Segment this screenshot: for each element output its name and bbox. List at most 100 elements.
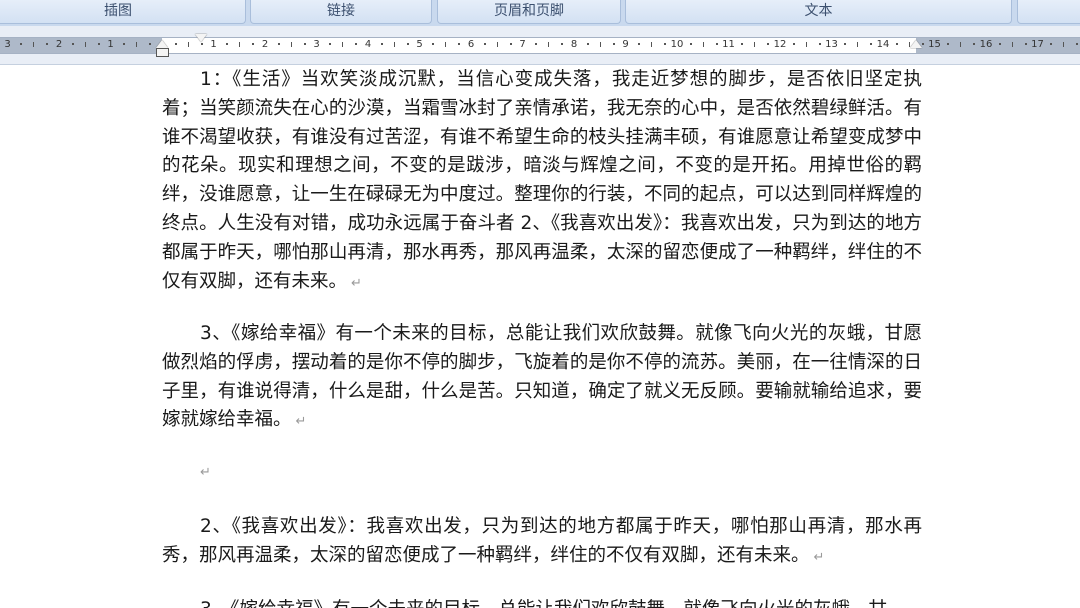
ruler-tick-label: 3 [313, 39, 320, 50]
ruler-tick-label: 11 [722, 39, 735, 50]
ruler-tick-mark [1050, 43, 1052, 45]
ruler-tick-mark [252, 43, 254, 45]
ruler-tick-mark [999, 43, 1001, 45]
ruler-tick-label: 12 [773, 39, 787, 50]
ruler-tick-mark [947, 43, 949, 45]
ruler-tick-mark [690, 43, 692, 45]
ruler-tick-label: 3 [4, 39, 11, 50]
right-indent-marker[interactable] [910, 40, 922, 48]
ruler-tick-mark [960, 42, 961, 47]
ribbon-group-bar: 插图 链接 页眉和页脚 文本 [0, 0, 1080, 27]
ruler-tick-mark [355, 43, 357, 45]
document-page[interactable]: 1：《生活》当欢笑淡成沉默，当信心变成失落，我走近梦想的脚步，是否依旧坚定执着；… [0, 65, 1080, 608]
ruler-tick-mark [20, 43, 22, 45]
paragraph-mark: ↵ [295, 414, 307, 430]
group-label-text: 插图 [104, 3, 132, 19]
ruler-tick-mark [394, 42, 395, 47]
paragraph-text: 3、《嫁给幸福》有一个未来的目标，总能让我们欢欣鼓舞。就像飞向火光的灰蛾，甘愿做… [162, 323, 922, 431]
ruler-tick-mark [445, 42, 446, 47]
ruler-tick-mark [535, 43, 537, 45]
ruler-tick-label: 16 [979, 39, 993, 50]
ruler-tick-mark [844, 43, 846, 45]
ruler-tick-mark [793, 43, 795, 45]
ruler-tick-mark [497, 42, 498, 47]
ruler-tick-mark [870, 43, 872, 45]
ruler-tick-mark [342, 42, 343, 47]
ruler-tick-mark [664, 43, 666, 45]
paragraph-2[interactable]: 3、《嫁给幸福》有一个未来的目标，总能让我们欢欣鼓舞。就像飞向火光的灰蛾，甘愿做… [162, 320, 922, 437]
ruler-tick-label: 1 [210, 39, 217, 50]
empty-paragraph[interactable]: ↵ [200, 465, 211, 480]
ruler-tick-label: 5 [416, 39, 423, 50]
ruler-tick-mark [806, 42, 807, 47]
ruler-tick-mark [819, 43, 821, 45]
paragraph-4[interactable]: 3、《嫁给幸福》有一个未来的目标，总能让我们欢欣鼓舞。就像飞向火光的灰蛾，甘 [162, 596, 922, 608]
ribbon-group-links[interactable]: 链接 [250, 0, 432, 24]
ruler-tick-mark [175, 43, 177, 45]
ruler-tick-mark [754, 42, 755, 47]
ruler-tick-mark [703, 42, 704, 47]
ruler-tick-label: 10 [670, 39, 684, 50]
ruler-tick-mark [587, 43, 589, 45]
ruler-tick-mark [85, 42, 86, 47]
ruler-tick-mark [973, 43, 975, 45]
ribbon-group-text[interactable]: 文本 [625, 0, 1012, 24]
paragraph-1[interactable]: 1：《生活》当欢笑淡成沉默，当信心变成失落，我走近梦想的脚步，是否依旧坚定执着；… [162, 66, 922, 298]
left-indent-marker[interactable] [156, 48, 169, 57]
ruler-tick-mark [381, 43, 383, 45]
ruler-tick-mark [857, 42, 858, 47]
ruler-tick-mark [304, 43, 306, 45]
ruler-tick-mark [432, 43, 434, 45]
ruler-tick-label: 2 [261, 39, 269, 50]
ruler-tick-mark [741, 43, 743, 45]
ruler-tick-mark [33, 42, 34, 47]
ruler-tick-label: 7 [519, 39, 526, 50]
ruler-tick-mark [149, 43, 151, 45]
paragraph-3[interactable]: 2、《我喜欢出发》：我喜欢出发，只为到达的地方都属于昨天，哪怕那山再清，那水再秀… [162, 513, 922, 573]
ruler-tick-mark [600, 42, 601, 47]
ruler-tick-mark [716, 43, 718, 45]
ruler-tick-mark [123, 43, 125, 45]
hanging-indent-marker[interactable] [156, 40, 168, 48]
ruler-tick-label: 1 [107, 39, 114, 50]
ruler-tick-mark [329, 43, 331, 45]
ruler-tick-mark [1063, 42, 1064, 47]
ruler-tick-label: 14 [876, 39, 890, 50]
ruler-tick-mark [239, 42, 240, 47]
ruler-tick-mark [651, 42, 652, 47]
ruler-tick-mark [1076, 43, 1078, 45]
ruler-left-margin [0, 37, 162, 54]
first-line-indent-marker[interactable] [195, 34, 207, 42]
ruler-tick-mark [767, 43, 769, 45]
ruler-tick-mark [278, 43, 280, 45]
paragraph-text: 1：《生活》当欢笑淡成沉默，当信心变成失落，我走近梦想的脚步，是否依旧坚定执着；… [162, 69, 922, 292]
ruler-tick-label: 4 [364, 39, 372, 50]
ruler-tick-mark [226, 43, 228, 45]
ruler-tick-label: 8 [570, 39, 578, 50]
ribbon-group-partial[interactable] [1017, 0, 1080, 24]
paragraph-mark: ↵ [200, 465, 211, 480]
ruler-tick-mark [561, 43, 563, 45]
ribbon-group-header-footer[interactable]: 页眉和页脚 [437, 0, 621, 24]
ruler-tick-mark [201, 43, 203, 45]
ruler-tick-mark [896, 43, 898, 45]
ruler-tick-mark [72, 43, 74, 45]
ruler-tick-mark [291, 42, 292, 47]
group-label-text: 页眉和页脚 [494, 3, 564, 19]
ruler-tick-mark [484, 43, 486, 45]
paragraph-text: 3、《嫁给幸福》有一个未来的目标，总能让我们欢欣鼓舞。就像飞向火光的灰蛾，甘 [200, 599, 887, 608]
ruler-tick-mark [510, 43, 512, 45]
ruler-tick-mark [98, 43, 100, 45]
ruler-tick-label: 6 [467, 39, 475, 50]
group-label-text: 链接 [327, 3, 355, 19]
group-label-text: 文本 [804, 3, 833, 19]
ruler-tick-label: 17 [1031, 39, 1044, 50]
ribbon-group-illustrations[interactable]: 插图 [0, 0, 246, 24]
ruler-tick-mark [136, 42, 137, 47]
ruler-tick-label: 13 [825, 39, 838, 50]
paragraph-text: 2、《我喜欢出发》：我喜欢出发，只为到达的地方都属于昨天，哪怕那山再清，那水再秀… [162, 516, 922, 566]
ruler-tick-mark [458, 43, 460, 45]
paragraph-mark: ↵ [813, 549, 825, 565]
ruler-text-area [162, 37, 916, 54]
ruler-tick-mark [407, 43, 409, 45]
